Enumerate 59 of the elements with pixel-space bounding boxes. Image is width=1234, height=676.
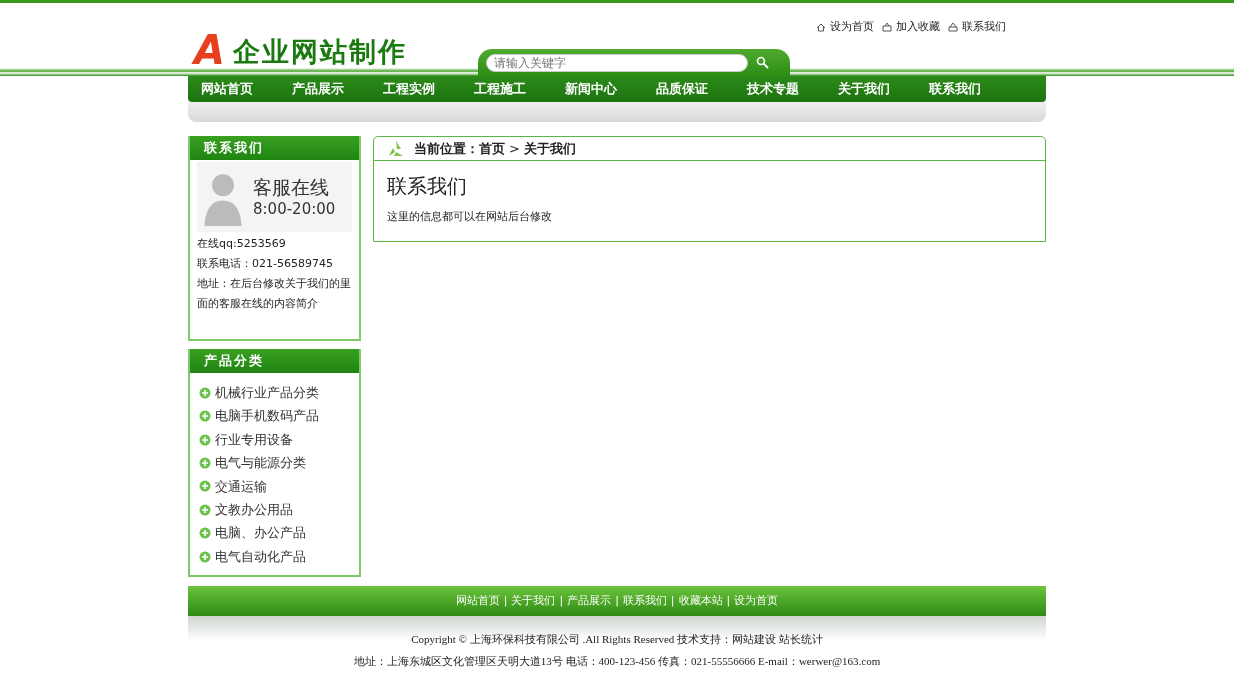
breadcrumb-link[interactable]: 关于我们 xyxy=(523,138,576,159)
category-link[interactable]: 电气与能源分类 xyxy=(190,451,359,475)
article-title: 联系我们 xyxy=(386,173,468,200)
category-link[interactable]: 机械行业产品分类 xyxy=(190,381,359,405)
nav-link[interactable]: 工程施工 xyxy=(474,76,565,102)
nav-link[interactable]: 工程实例 xyxy=(383,76,474,102)
contact-text: 在线qq:5253569 xyxy=(196,236,287,252)
footer-link[interactable]: 网站首页 xyxy=(455,594,500,607)
search-button[interactable] xyxy=(756,55,770,70)
link-separator: | xyxy=(559,594,564,607)
nav-link[interactable]: 新闻中心 xyxy=(565,76,656,102)
panel-heading: 产品分类 xyxy=(190,349,359,373)
home-icon xyxy=(816,22,826,33)
panel-heading: 联系我们 xyxy=(190,136,359,160)
plus-circle-icon xyxy=(199,527,211,540)
search-field[interactable]: 请输入关键字 xyxy=(486,53,748,72)
footer-link[interactable]: 关于我们 xyxy=(511,594,556,607)
footer-link[interactable]: 产品展示 xyxy=(567,594,612,607)
category-link[interactable]: 电脑手机数码产品 xyxy=(190,404,359,428)
banner-title: 客服在线 xyxy=(253,174,330,200)
logo-text: 企业网站制作 xyxy=(232,35,407,69)
link-separator: | xyxy=(615,594,619,607)
header-link[interactable]: 设为首页 xyxy=(830,19,874,36)
address-text: 地址：上海东城区文化管理区天明大道13号 电话：400-123-456 传真：021-55556666 E-mail：werwer@163.com xyxy=(352,654,882,669)
footer-link[interactable]: 收藏本站 xyxy=(678,594,723,607)
plus-circle-icon xyxy=(199,503,211,516)
nav-link[interactable]: 联系我们 xyxy=(929,76,1020,102)
nav-link[interactable]: 技术专题 xyxy=(747,76,838,102)
category-link[interactable]: 行业专用设备 xyxy=(190,427,359,452)
header-link[interactable]: 联系我们 xyxy=(962,19,1006,36)
nav-link[interactable]: 产品展示 xyxy=(292,76,383,102)
link-separator: | xyxy=(726,594,731,607)
footer-link[interactable]: 联系我们 xyxy=(622,594,667,607)
breadcrumb-label: 当前位置： xyxy=(414,139,479,158)
plus-circle-icon xyxy=(199,480,211,493)
category-link[interactable]: 电气自动化产品 xyxy=(190,544,359,569)
plus-circle-icon xyxy=(199,386,211,399)
nav-link[interactable]: 品质保证 xyxy=(656,76,747,102)
link-separator: | xyxy=(670,594,675,607)
footer-link[interactable]: 设为首页 xyxy=(734,594,779,607)
header-link[interactable]: 加入收藏 xyxy=(896,19,940,36)
link-separator: | xyxy=(503,594,508,607)
breadcrumb-link[interactable]: 首页 xyxy=(479,138,505,159)
contact-text: 地址：在后台修改关于我们的里面的客服在线的内容简介 xyxy=(196,276,352,312)
nav-link[interactable]: 网站首页 xyxy=(201,76,292,102)
plus-circle-icon xyxy=(199,410,211,423)
category-link[interactable]: 电脑、办公产品 xyxy=(190,521,359,545)
category-link[interactable]: 交通运输 xyxy=(190,474,359,499)
plus-circle-icon xyxy=(199,433,211,446)
category-link[interactable]: 文教办公用品 xyxy=(190,498,359,522)
search-icon xyxy=(756,55,770,70)
nav-link[interactable]: 关于我们 xyxy=(838,76,929,102)
plus-circle-icon xyxy=(199,550,211,563)
contact-text: 联系电话：021-56589745 xyxy=(196,256,334,272)
banner-hours: 8:00-20:00 xyxy=(253,199,336,220)
breadcrumb-separator: > xyxy=(509,139,520,158)
plus-circle-icon xyxy=(199,456,211,469)
copyright-text: Copyright © 上海环保科技有限公司 .All Rights Reserved 技术支持：网站建设 站长统计 xyxy=(410,632,824,647)
article-text: 这里的信息都可以在网站后台修改 xyxy=(386,209,553,225)
